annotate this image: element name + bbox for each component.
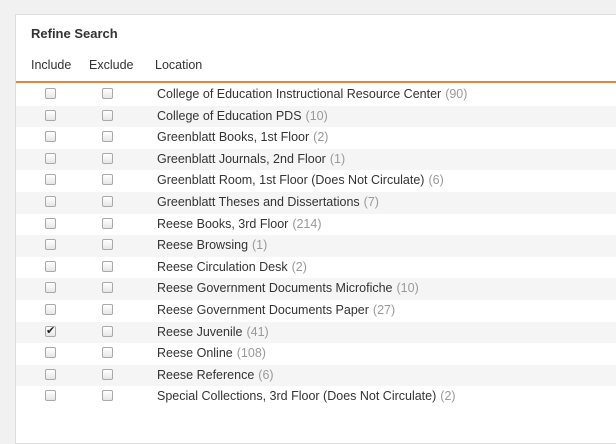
exclude-checkbox[interactable]: ✔ [102, 282, 113, 294]
location-count: (27) [372, 302, 396, 317]
location-link[interactable]: Reese Government Documents Microfiche (10… [157, 281, 419, 295]
location-row: ✔ ✔ Special Collections, 3rd Floor (Does N… [16, 386, 616, 408]
location-count: (10) [305, 108, 328, 123]
include-checkbox[interactable]: ✔ [45, 260, 56, 272]
location-label: Special Collections, 3rd Floor (Does Not… [157, 389, 437, 404]
location-row: ✔ ✔ Reese Juvenile(41) [16, 321, 616, 344]
location-count: (7) [363, 194, 379, 209]
location-count: (2) [440, 389, 456, 404]
location-link[interactable]: Greenblatt Room, 1st Floor (Does Not Cir… [157, 173, 444, 187]
location-label: Reese Browsing [157, 238, 249, 253]
include-column-header: Include [31, 58, 72, 72]
location-label: Reese Juvenile [157, 324, 243, 339]
include-checkbox[interactable]: ✔ [45, 390, 56, 402]
exclude-checkbox[interactable]: ✔ [102, 325, 113, 337]
include-checkbox[interactable]: ✔ [45, 152, 56, 164]
location-link[interactable]: Reese Books, 3rd Floor (214) [157, 217, 322, 231]
checkmark-icon: ✔ [46, 324, 56, 337]
location-row: ✔ ✔ Reese Browsing(1) [16, 235, 616, 257]
location-label: Reese Government Documents Microfiche [157, 281, 393, 296]
location-row: ✔ ✔ Greenblatt Journals, 2nd Floor(1) [16, 148, 616, 171]
location-row: ✔ ✔ Reese Government Documents Paper(27) [16, 300, 616, 322]
location-count: (6) [428, 173, 444, 188]
location-list: ✔ ✔ College of Education Instructional Res… [16, 84, 616, 408]
location-label: Greenblatt Room, 1st Floor (Does Not Cir… [157, 173, 425, 188]
location-label: Reese Books, 3rd Floor [157, 216, 289, 231]
location-count: (6) [258, 367, 274, 382]
location-link[interactable]: Reese Government Documents Paper (27) [157, 303, 395, 317]
location-link[interactable]: Reese Online (108) [157, 346, 266, 360]
location-row: ✔ ✔ Greenblatt Books, 1st Floor(2) [16, 127, 616, 149]
location-link[interactable]: College of Education Instructional Resou… [157, 87, 467, 101]
include-checkbox[interactable]: ✔ [45, 131, 56, 143]
location-row: ✔ ✔ Reese Government Documents Microfiche(… [16, 278, 616, 300]
location-label: Reese Online [157, 346, 233, 361]
exclude-checkbox[interactable]: ✔ [102, 303, 113, 315]
exclude-checkbox[interactable]: ✔ [102, 174, 113, 186]
location-label: Greenblatt Theses and Dissertations [157, 194, 360, 209]
exclude-checkbox[interactable]: ✔ [102, 260, 113, 272]
include-checkbox[interactable]: ✔ [45, 195, 56, 207]
include-checkbox[interactable]: ✔ [45, 303, 56, 315]
location-count: (1) [252, 238, 268, 253]
location-count: (2) [313, 130, 329, 145]
location-link[interactable]: Reese Juvenile (41) [157, 325, 269, 339]
location-count: (10) [396, 281, 419, 296]
location-label: College of Education Instructional Resou… [157, 87, 442, 101]
location-count: (41) [246, 324, 269, 339]
location-link[interactable]: Reese Browsing (1) [157, 238, 267, 252]
exclude-checkbox[interactable]: ✔ [102, 239, 113, 251]
table-header: Include Exclude Location [16, 58, 616, 83]
location-row: ✔ ✔ College of Education Instructional Res… [16, 84, 616, 106]
exclude-checkbox[interactable]: ✔ [102, 217, 113, 229]
panel-title: Refine Search [31, 26, 118, 41]
exclude-checkbox[interactable]: ✔ [102, 195, 113, 207]
exclude-checkbox[interactable]: ✔ [102, 109, 113, 121]
include-checkbox[interactable]: ✔ [45, 217, 56, 229]
include-checkbox[interactable]: ✔ [45, 88, 56, 99]
location-row: ✔ ✔ Reese Reference(6) [16, 364, 616, 387]
location-label: Reese Reference [157, 367, 255, 382]
location-link[interactable]: Greenblatt Journals, 2nd Floor (1) [157, 152, 345, 166]
location-count: (1) [329, 151, 346, 166]
exclude-checkbox[interactable]: ✔ [102, 347, 113, 359]
location-label: Reese Government Documents Paper [157, 302, 369, 317]
exclude-checkbox[interactable]: ✔ [102, 368, 113, 380]
location-label: Reese Circulation Desk [157, 259, 288, 274]
location-link[interactable]: Greenblatt Theses and Dissertations (7) [157, 195, 379, 209]
location-label: Greenblatt Journals, 2nd Floor [157, 151, 326, 166]
location-link[interactable]: Special Collections, 3rd Floor (Does Not… [157, 389, 456, 403]
location-link[interactable]: College of Education PDS (10) [157, 109, 328, 123]
exclude-column-header: Exclude [89, 58, 134, 72]
include-checkbox[interactable]: ✔ [45, 109, 56, 121]
include-checkbox[interactable]: ✔ [45, 174, 56, 186]
include-checkbox[interactable]: ✔ [45, 324, 56, 337]
location-link[interactable]: Reese Reference (6) [157, 368, 274, 382]
include-checkbox[interactable]: ✔ [45, 368, 56, 380]
include-checkbox[interactable]: ✔ [45, 347, 56, 359]
exclude-checkbox[interactable]: ✔ [102, 152, 113, 164]
location-row: ✔ ✔ Greenblatt Theses and Dissertations(7) [16, 191, 616, 214]
location-row: ✔ ✔ Reese Online(108) [16, 343, 616, 365]
location-count: (214) [292, 216, 322, 231]
location-row: ✔ ✔ Reese Circulation Desk(2) [16, 257, 616, 279]
location-label: Greenblatt Books, 1st Floor [157, 130, 310, 145]
location-row: ✔ ✔ Reese Books, 3rd Floor(214) [16, 214, 616, 236]
location-column-header: Location [155, 58, 203, 72]
exclude-checkbox[interactable]: ✔ [102, 88, 113, 99]
location-count: (108) [236, 346, 266, 361]
include-checkbox[interactable]: ✔ [45, 282, 56, 294]
location-link[interactable]: Reese Circulation Desk (2) [157, 260, 307, 274]
refine-search-panel: Refine Search Include Exclude Location ✔… [15, 14, 616, 444]
location-row: ✔ ✔ Greenblatt Room, 1st Floor (Does Not C… [16, 170, 616, 192]
location-count: (2) [291, 259, 307, 274]
location-count: (90) [445, 87, 468, 101]
exclude-checkbox[interactable]: ✔ [102, 131, 113, 143]
include-checkbox[interactable]: ✔ [45, 239, 56, 251]
location-link[interactable]: Greenblatt Books, 1st Floor (2) [157, 130, 328, 144]
location-row: ✔ ✔ College of Education PDS(10) [16, 105, 616, 128]
exclude-checkbox[interactable]: ✔ [102, 390, 113, 402]
location-label: College of Education PDS [157, 108, 302, 123]
